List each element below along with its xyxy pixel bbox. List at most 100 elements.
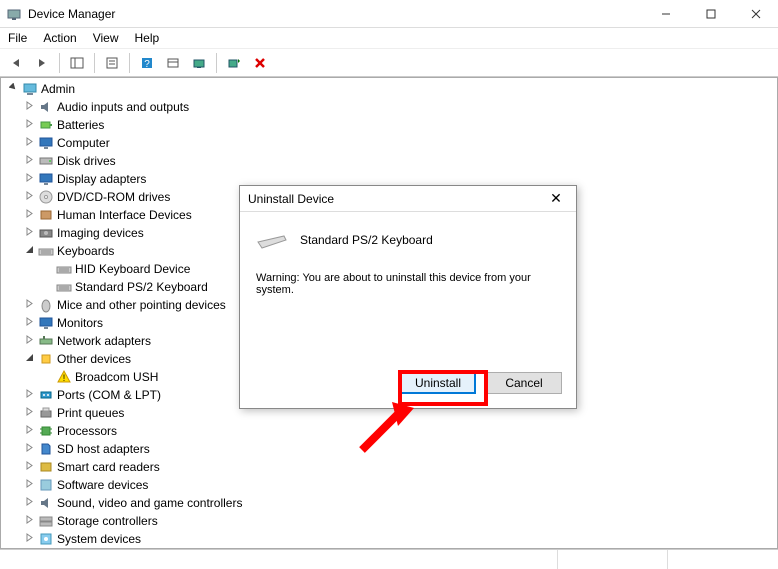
device-category-icon xyxy=(38,441,54,457)
uninstall-dialog: Uninstall Device ✕ Standard PS/2 Keyboar… xyxy=(239,185,577,409)
forward-button[interactable] xyxy=(30,51,54,75)
menubar: File Action View Help xyxy=(0,28,778,49)
tree-node-label: Imaging devices xyxy=(57,226,144,240)
tree-category-node[interactable]: Disk drives xyxy=(5,152,777,170)
expand-arrow-icon[interactable] xyxy=(23,497,35,509)
tree-node-label: Mice and other pointing devices xyxy=(57,298,226,312)
tree-node-label: Storage controllers xyxy=(57,514,158,528)
statusbar xyxy=(0,549,778,569)
tree-node-label: Standard PS/2 Keyboard xyxy=(75,280,208,294)
device-category-icon xyxy=(38,315,54,331)
expand-arrow-icon[interactable] xyxy=(23,479,35,491)
device-category-icon: ! xyxy=(56,369,72,385)
device-category-icon xyxy=(38,243,54,259)
expand-arrow-icon[interactable] xyxy=(23,173,35,185)
expand-arrow-icon[interactable] xyxy=(23,317,35,329)
tree-category-node[interactable]: Smart card readers xyxy=(5,458,777,476)
device-category-icon xyxy=(38,477,54,493)
expand-arrow-icon[interactable] xyxy=(23,335,35,347)
device-category-icon xyxy=(38,117,54,133)
expand-arrow-icon[interactable] xyxy=(23,461,35,473)
menu-action[interactable]: Action xyxy=(43,31,76,45)
properties-button[interactable] xyxy=(100,51,124,75)
app-icon xyxy=(6,6,22,22)
tree-node-label: Audio inputs and outputs xyxy=(57,100,189,114)
device-category-icon xyxy=(38,333,54,349)
tree-node-label: Display adapters xyxy=(57,172,146,186)
device-category-icon xyxy=(38,297,54,313)
device-category-icon xyxy=(38,531,54,547)
maximize-button[interactable] xyxy=(688,0,733,28)
window-title: Device Manager xyxy=(28,7,643,21)
device-category-icon xyxy=(38,207,54,223)
tree-root-node[interactable]: Admin xyxy=(5,80,777,98)
close-button[interactable] xyxy=(733,0,778,28)
uninstall-device-button[interactable] xyxy=(248,51,272,75)
tree-category-node[interactable]: Software devices xyxy=(5,476,777,494)
help-button[interactable]: ? xyxy=(135,51,159,75)
dialog-title: Uninstall Device xyxy=(248,192,544,206)
tree-node-label: Batteries xyxy=(57,118,104,132)
tree-node-label: Sound, video and game controllers xyxy=(57,496,242,510)
minimize-button[interactable] xyxy=(643,0,688,28)
expand-arrow-icon[interactable] xyxy=(23,101,35,113)
device-category-icon xyxy=(38,495,54,511)
tree-category-node[interactable]: SD host adapters xyxy=(5,440,777,458)
expand-arrow-icon[interactable] xyxy=(23,443,35,455)
expand-arrow-icon[interactable] xyxy=(23,227,35,239)
expand-arrow-icon[interactable] xyxy=(23,299,35,311)
expand-arrow-icon[interactable] xyxy=(23,119,35,131)
tree-category-node[interactable]: Storage controllers xyxy=(5,512,777,530)
tree-node-label: DVD/CD-ROM drives xyxy=(57,190,170,204)
toolbar: ? xyxy=(0,49,778,77)
tree-node-label: SD host adapters xyxy=(57,442,150,456)
scan-hardware-button[interactable] xyxy=(187,51,211,75)
device-category-icon xyxy=(22,81,38,97)
tree-node-label: Disk drives xyxy=(57,154,116,168)
cancel-button[interactable]: Cancel xyxy=(486,372,562,394)
device-category-icon xyxy=(38,189,54,205)
expand-arrow-icon[interactable] xyxy=(23,515,35,527)
tree-category-node[interactable]: Computer xyxy=(5,134,777,152)
device-category-icon xyxy=(38,513,54,529)
expand-arrow-icon[interactable] xyxy=(7,83,19,95)
expand-arrow-icon[interactable] xyxy=(23,209,35,221)
update-driver-button[interactable] xyxy=(222,51,246,75)
tree-category-node[interactable]: Processors xyxy=(5,422,777,440)
tree-category-node[interactable]: System devices xyxy=(5,530,777,548)
tree-category-node[interactable]: Sound, video and game controllers xyxy=(5,494,777,512)
device-category-icon xyxy=(38,99,54,115)
device-category-icon xyxy=(38,225,54,241)
tree-category-node[interactable]: Batteries xyxy=(5,116,777,134)
expand-arrow-icon[interactable] xyxy=(23,191,35,203)
expand-arrow-icon[interactable] xyxy=(23,425,35,437)
expand-arrow-icon[interactable] xyxy=(23,245,35,257)
device-category-icon xyxy=(56,261,72,277)
menu-view[interactable]: View xyxy=(93,31,119,45)
menu-help[interactable]: Help xyxy=(135,31,160,45)
dialog-close-button[interactable]: ✕ xyxy=(544,190,568,207)
tree-node-label: Other devices xyxy=(57,352,131,366)
tree-node-label: Smart card readers xyxy=(57,460,160,474)
tree-node-label: Print queues xyxy=(57,406,124,420)
show-hide-tree-button[interactable] xyxy=(65,51,89,75)
tree-node-label: Processors xyxy=(57,424,117,438)
device-category-icon xyxy=(56,279,72,295)
tree-node-label: Broadcom USH xyxy=(75,370,158,384)
expand-arrow-icon[interactable] xyxy=(23,533,35,545)
action-button[interactable] xyxy=(161,51,185,75)
uninstall-button[interactable]: Uninstall xyxy=(400,372,476,394)
expand-arrow-icon[interactable] xyxy=(23,407,35,419)
expand-arrow-icon[interactable] xyxy=(23,389,35,401)
tree-category-node[interactable]: Audio inputs and outputs xyxy=(5,98,777,116)
tree-node-label: HID Keyboard Device xyxy=(75,262,190,276)
menu-file[interactable]: File xyxy=(8,31,27,45)
dialog-device-name: Standard PS/2 Keyboard xyxy=(300,233,433,247)
expand-arrow-icon[interactable] xyxy=(23,137,35,149)
expand-arrow-icon[interactable] xyxy=(23,353,35,365)
svg-text:?: ? xyxy=(144,59,150,70)
expand-arrow-icon[interactable] xyxy=(23,155,35,167)
tree-node-label: Admin xyxy=(41,82,75,96)
device-category-icon xyxy=(38,135,54,151)
back-button[interactable] xyxy=(4,51,28,75)
